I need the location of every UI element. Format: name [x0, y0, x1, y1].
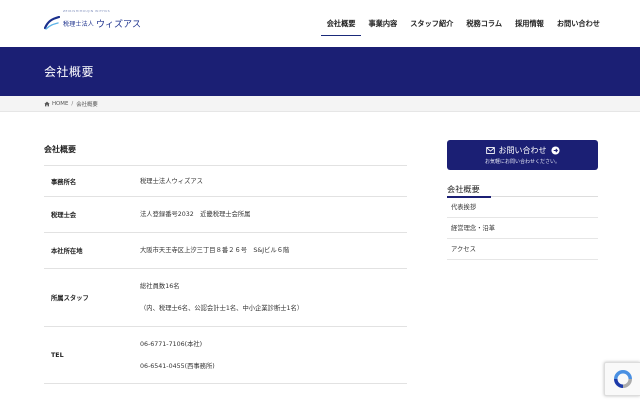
- row-value: 大阪市天王寺区上汐三丁目８番２６号 S&Jビル６階: [140, 232, 407, 269]
- page-banner: 会社概要: [0, 47, 640, 96]
- row-label: 事務所名: [44, 165, 140, 197]
- row-value-line: 総社員数16名: [140, 283, 180, 290]
- table-row: 所属スタッフ 総社員数16名 （内、税理士6名、公認会計士1名、中小企業診断士1…: [44, 268, 407, 327]
- site-logo[interactable]: ZEIRISHIHOUJIN WITHUS 税理士法人 ウィズアス: [44, 9, 142, 32]
- breadcrumb: HOME / 会社概要: [44, 100, 98, 108]
- brand-wave-icon: [44, 16, 60, 30]
- table-row: 税理士会 法人登録番号2032 近畿税理士会所属: [44, 196, 407, 233]
- arrow-circle-right-icon: [550, 146, 560, 155]
- row-value: 法人登録番号2032 近畿税理士会所属: [140, 196, 407, 233]
- breadcrumb-separator: /: [71, 101, 74, 107]
- sidebar-menu: 代表挨拶 経営理念・沿革 アクセス: [447, 197, 598, 260]
- nav-item-services[interactable]: 事業内容: [368, 0, 397, 47]
- sidebar-item-access[interactable]: アクセス: [447, 239, 598, 260]
- table-row: 事務所名 税理士法人ウィズアス: [44, 165, 407, 197]
- main-nav: 会社概要 事業内容 スタッフ紹介 税務コラム 採用情報 お問い合わせ: [314, 0, 600, 47]
- row-label: 本社所在地: [44, 232, 140, 269]
- nav-item-contact[interactable]: お問い合わせ: [557, 0, 600, 47]
- breadcrumb-bar: HOME / 会社概要: [0, 96, 640, 112]
- breadcrumb-home-link[interactable]: HOME: [52, 101, 68, 107]
- recaptcha-badge[interactable]: [604, 362, 640, 396]
- table-row: 本社所在地 大阪市天王寺区上汐三丁目８番２６号 S&Jビル６階: [44, 232, 407, 269]
- row-label: 所属スタッフ: [44, 268, 140, 327]
- sidebar-item-philosophy[interactable]: 経営理念・沿革: [447, 218, 598, 239]
- row-label: TEL: [44, 326, 140, 384]
- nav-item-staff[interactable]: スタッフ紹介: [410, 0, 453, 47]
- row-value-line: 06-6771-7106(本社): [140, 340, 203, 348]
- section-title: 会社概要: [44, 145, 76, 154]
- table-row: TEL 06-6771-7106(本社) 06-6541-0455(西事務所): [44, 326, 407, 384]
- row-value: 総社員数16名 （内、税理士6名、公認会計士1名、中小企業診断士1名）: [140, 268, 407, 327]
- recaptcha-icon: [613, 370, 632, 388]
- nav-item-column[interactable]: 税務コラム: [466, 0, 502, 47]
- cta-label: お問い合わせ: [498, 146, 547, 155]
- breadcrumb-current: 会社概要: [76, 102, 98, 108]
- nav-item-recruit[interactable]: 採用情報: [515, 0, 544, 47]
- row-value: 税理士法人ウィズアス: [140, 165, 407, 197]
- contact-cta-button[interactable]: お問い合わせ お気軽にお問い合わせください。: [447, 140, 598, 170]
- logo-main-text: ウィズアス: [96, 19, 142, 30]
- row-value: 06-6771-7106(本社) 06-6541-0455(西事務所): [140, 326, 407, 384]
- row-value-line: （内、税理士6名、公認会計士1名、中小企業診断士1名）: [140, 305, 304, 312]
- logo-subtitle: ZEIRISHIHOUJIN WITHUS: [63, 9, 111, 13]
- cta-main: お問い合わせ: [447, 145, 598, 156]
- row-value-line: 06-6541-0455(西事務所): [140, 362, 215, 370]
- nav-item-company[interactable]: 会社概要: [320, 0, 362, 47]
- home-icon: [44, 101, 50, 107]
- cta-subtext: お気軽にお問い合わせください。: [484, 159, 560, 165]
- sidebar-item-greeting[interactable]: 代表挨拶: [447, 197, 598, 218]
- site-header: ZEIRISHIHOUJIN WITHUS 税理士法人 ウィズアス 会社概要 事…: [0, 0, 640, 47]
- page-title: 会社概要: [44, 65, 95, 79]
- company-info-table: 事務所名 税理士法人ウィズアス 税理士会 法人登録番号2032 近畿税理士会所属…: [44, 165, 407, 384]
- row-label: 税理士会: [44, 196, 140, 233]
- sidebar-title: 会社概要: [447, 184, 480, 194]
- logo-small-text: 税理士法人: [63, 20, 95, 28]
- mail-icon: [485, 147, 495, 154]
